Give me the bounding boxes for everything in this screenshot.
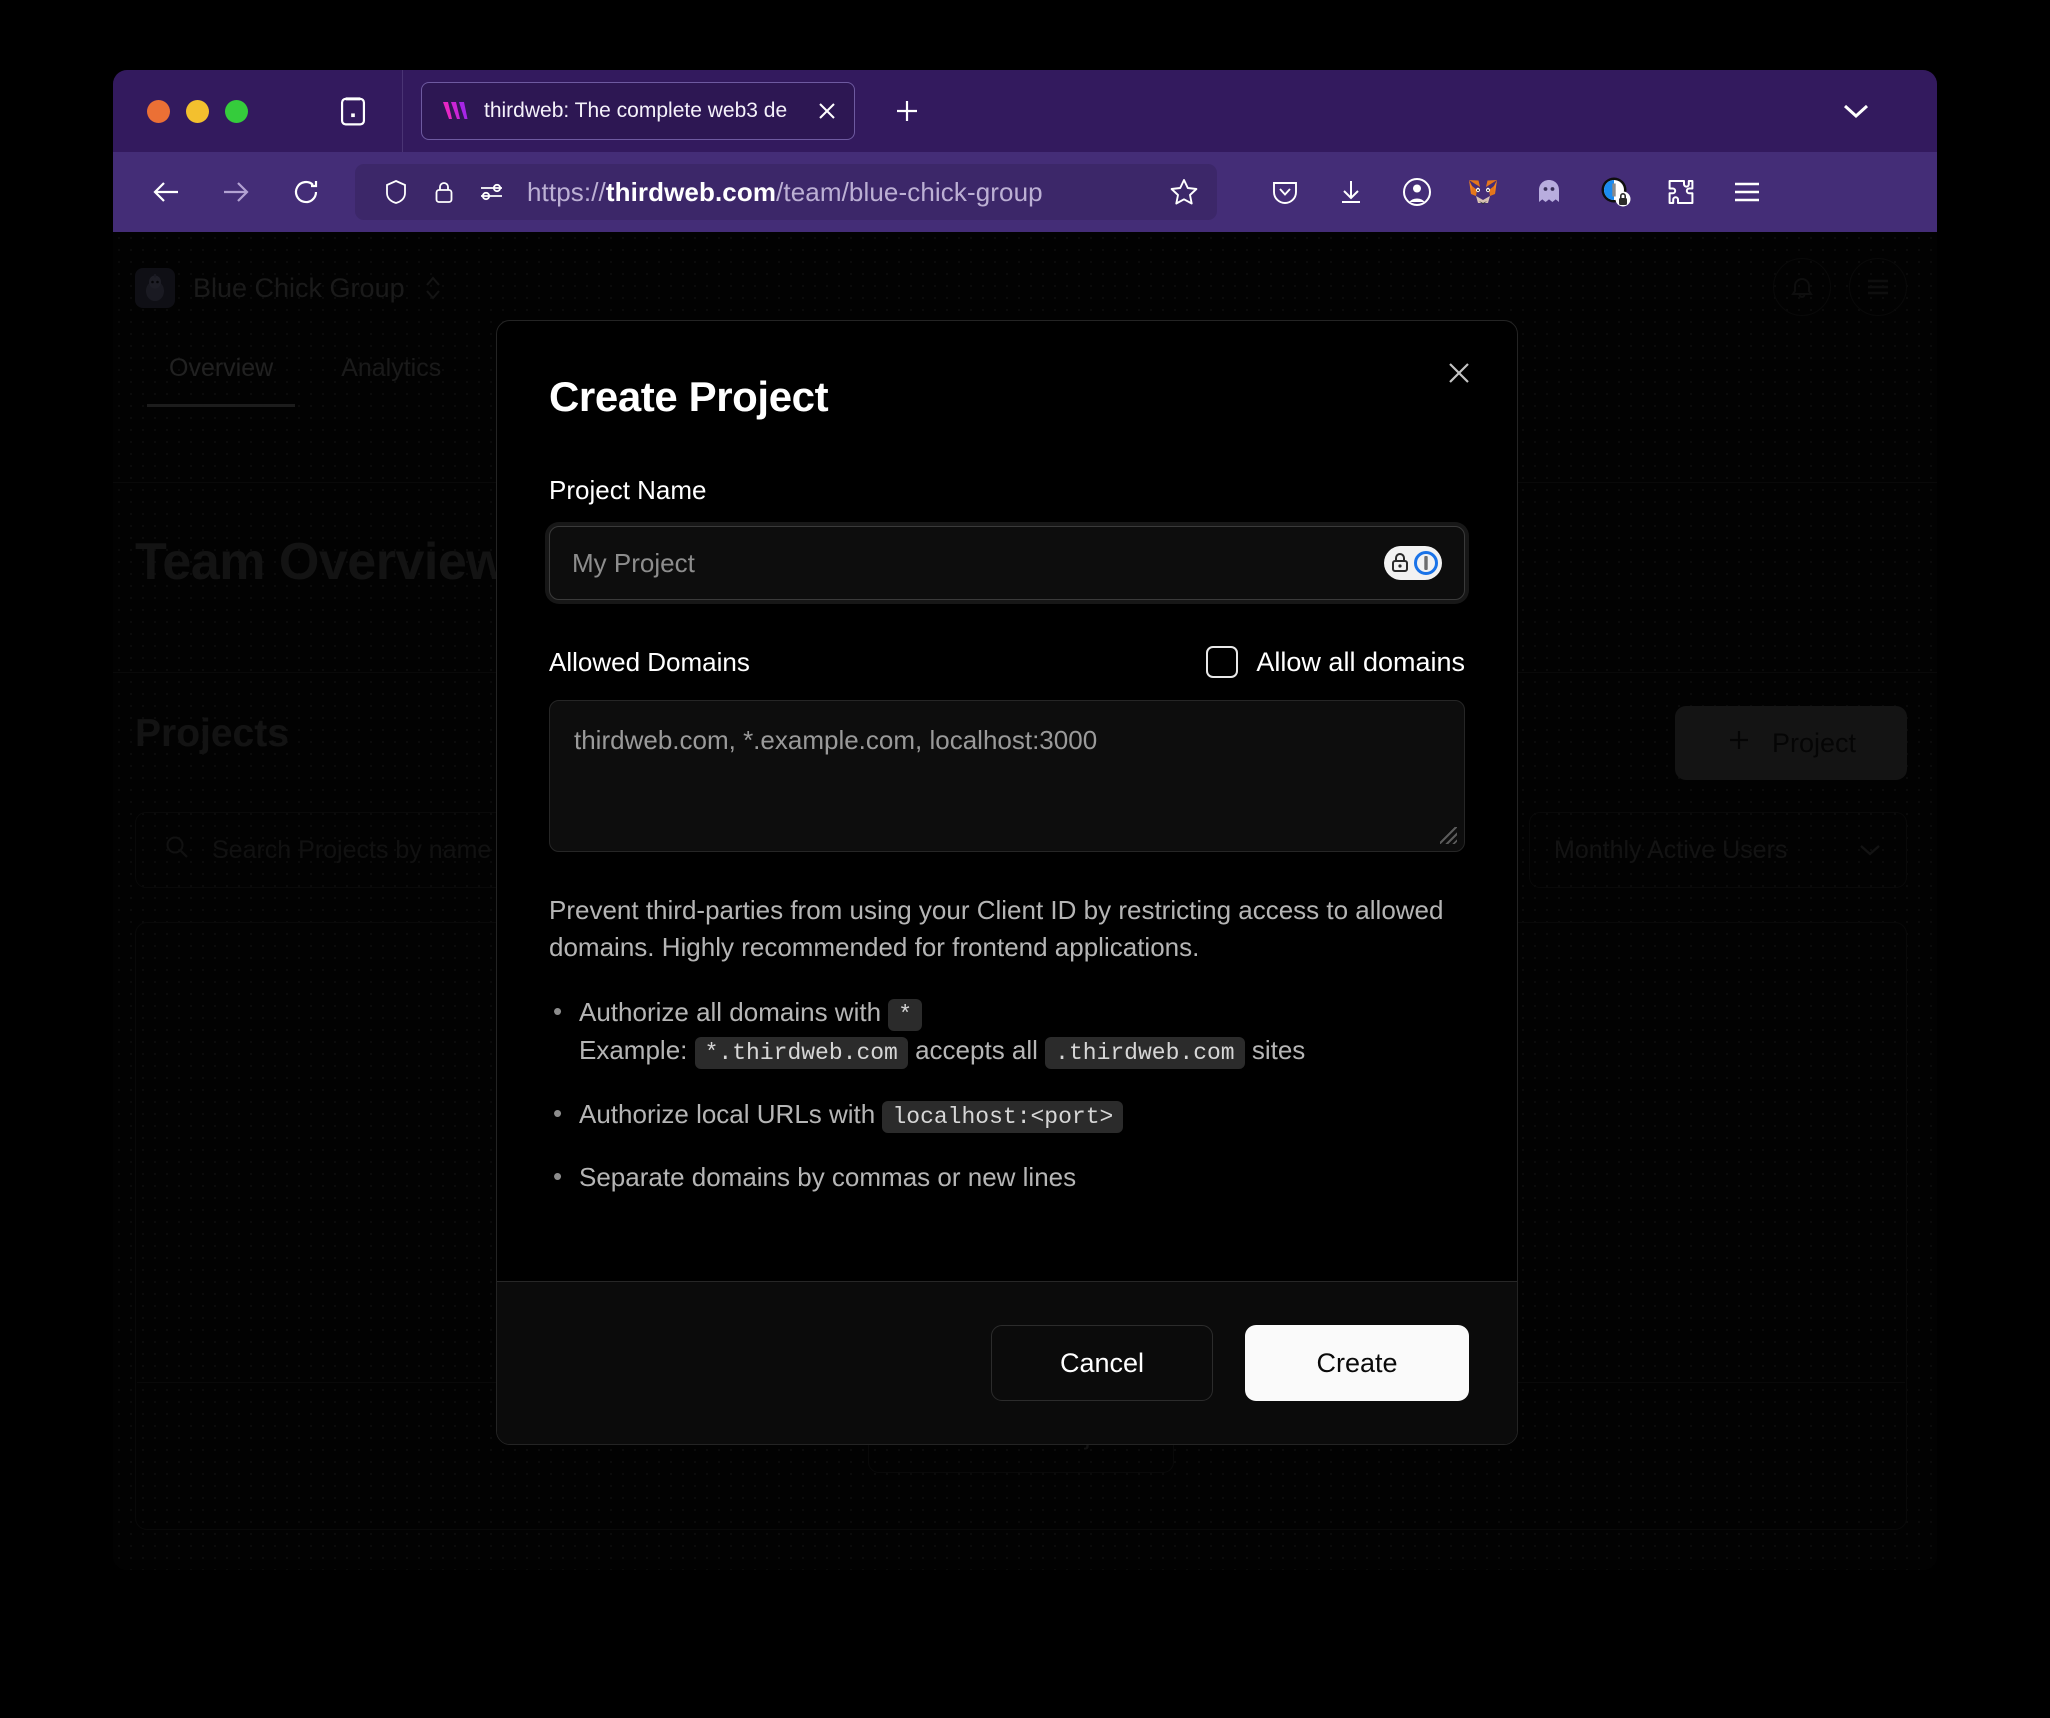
pocket-icon[interactable] bbox=[1259, 166, 1311, 218]
window-minimize-button[interactable] bbox=[186, 100, 209, 123]
permissions-icon[interactable] bbox=[475, 175, 509, 209]
firefox-password-manager-icon[interactable] bbox=[1384, 546, 1442, 580]
extensions-puzzle-icon[interactable] bbox=[1655, 166, 1707, 218]
list-item: Authorize local URLs with localhost:<por… bbox=[549, 1096, 1465, 1134]
create-project-dialog: Create Project Project Name bbox=[496, 320, 1518, 1445]
privacy-badger-icon[interactable] bbox=[1589, 166, 1641, 218]
downloads-icon[interactable] bbox=[1325, 166, 1377, 218]
window-maximize-button[interactable] bbox=[225, 100, 248, 123]
reload-icon[interactable] bbox=[279, 165, 333, 219]
forward-icon[interactable] bbox=[209, 165, 263, 219]
project-name-field[interactable] bbox=[549, 526, 1465, 600]
lock-icon[interactable] bbox=[427, 175, 461, 209]
browser-tab-strip: thirdweb: The complete web3 de bbox=[113, 70, 1937, 152]
bullet-1-example-label: Example: bbox=[579, 1035, 687, 1065]
tab-strip-divider bbox=[402, 70, 403, 152]
dialog-footer: Cancel Create bbox=[497, 1281, 1517, 1444]
project-name-label: Project Name bbox=[549, 475, 1465, 506]
browser-tab[interactable]: thirdweb: The complete web3 de bbox=[421, 82, 855, 140]
create-button[interactable]: Create bbox=[1245, 1325, 1469, 1401]
chevron-down-icon[interactable] bbox=[1839, 94, 1873, 128]
list-item: Authorize all domains with * Example: *.… bbox=[549, 994, 1465, 1069]
dialog-body: Create Project Project Name bbox=[497, 321, 1517, 1281]
browser-window: thirdweb: The complete web3 de bbox=[113, 70, 1937, 1570]
account-icon[interactable] bbox=[1391, 166, 1443, 218]
url-bar[interactable]: https://thirdweb.com/team/blue-chick-gro… bbox=[355, 164, 1217, 220]
allowed-domains-field[interactable] bbox=[549, 700, 1465, 852]
project-name-input[interactable] bbox=[572, 548, 1442, 579]
cancel-button[interactable]: Cancel bbox=[991, 1325, 1213, 1401]
app-menu-icon[interactable] bbox=[1721, 166, 1773, 218]
allowed-domains-textarea[interactable] bbox=[574, 723, 1440, 829]
bullet-3-text: Separate domains by commas or new lines bbox=[579, 1162, 1076, 1192]
browser-nav-bar: https://thirdweb.com/team/blue-chick-gro… bbox=[113, 152, 1937, 232]
dialog-title: Create Project bbox=[549, 373, 1465, 421]
close-icon[interactable] bbox=[1439, 353, 1479, 393]
allowed-domains-row: Allowed Domains Allow all domains bbox=[549, 646, 1465, 678]
bullet-1-example-mid: accepts all bbox=[915, 1035, 1038, 1065]
bullet-1-example-code-1: *.thirdweb.com bbox=[695, 1037, 908, 1069]
bullet-1-code: * bbox=[888, 999, 922, 1031]
shield-icon[interactable] bbox=[379, 175, 413, 209]
list-item: Separate domains by commas or new lines bbox=[549, 1159, 1465, 1196]
bullet-1-text: Authorize all domains with bbox=[579, 997, 881, 1027]
thirdweb-logo-icon bbox=[442, 100, 468, 122]
resize-handle[interactable] bbox=[1440, 827, 1457, 844]
browser-tab-title: thirdweb: The complete web3 de bbox=[484, 99, 834, 123]
window-traffic-lights bbox=[147, 100, 248, 123]
allowed-domains-label: Allowed Domains bbox=[549, 647, 750, 678]
tab-close-icon[interactable] bbox=[812, 96, 842, 126]
page-viewport: Blue Chick Group bbox=[113, 232, 1937, 1570]
ghost-extension-icon[interactable] bbox=[1523, 166, 1575, 218]
bullet-1-example-code-2: .thirdweb.com bbox=[1045, 1037, 1244, 1069]
allowed-domains-help-text: Prevent third-parties from using your Cl… bbox=[549, 892, 1465, 966]
allow-all-domains-label: Allow all domains bbox=[1256, 647, 1465, 678]
allowed-domains-bullet-list: Authorize all domains with * Example: *.… bbox=[549, 994, 1465, 1196]
metamask-icon[interactable] bbox=[1457, 166, 1509, 218]
allow-all-domains-toggle[interactable]: Allow all domains bbox=[1206, 646, 1465, 678]
bullet-2-code: localhost:<port> bbox=[882, 1101, 1123, 1133]
new-tab-icon[interactable] bbox=[887, 91, 927, 131]
url-text[interactable]: https://thirdweb.com/team/blue-chick-gro… bbox=[527, 177, 1157, 208]
back-icon[interactable] bbox=[139, 165, 193, 219]
allow-all-domains-checkbox[interactable] bbox=[1206, 646, 1238, 678]
bookmark-star-icon[interactable] bbox=[1167, 175, 1201, 209]
browser-toolbar-actions bbox=[1259, 166, 1773, 218]
window-close-button[interactable] bbox=[147, 100, 170, 123]
tab-list-icon[interactable] bbox=[334, 92, 372, 130]
bullet-1-example-post: sites bbox=[1252, 1035, 1305, 1065]
bullet-2-text: Authorize local URLs with bbox=[579, 1099, 875, 1129]
